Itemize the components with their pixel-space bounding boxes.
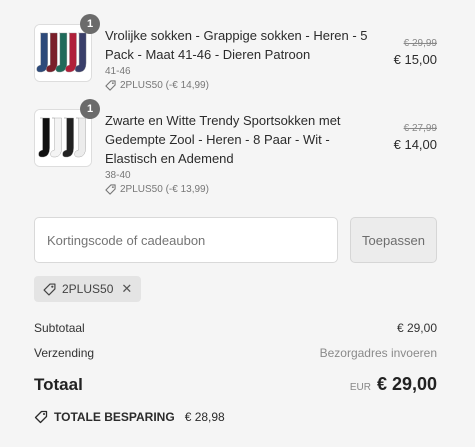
original-price: € 29,99 xyxy=(403,38,437,49)
tags-icon xyxy=(34,410,48,424)
total-savings: TOTALE BESPARING € 28,98 xyxy=(34,410,225,424)
product-image xyxy=(34,109,92,167)
quantity-badge: 1 xyxy=(80,14,100,34)
product-title: Zwarte en Witte Trendy Sportsokken met G… xyxy=(105,113,341,166)
product-variant: 41-46 xyxy=(105,66,131,77)
applied-code: 2PLUS50 xyxy=(62,282,114,296)
product-variant: 38-40 xyxy=(105,170,131,181)
item-discount: 2PLUS50 (-€ 14,99) xyxy=(105,79,385,92)
shipping-value: Bezorgadres invoeren xyxy=(319,346,437,360)
tag-icon xyxy=(105,184,116,195)
tag-icon xyxy=(105,80,116,91)
shipping-label: Verzending xyxy=(34,346,95,360)
item-discount: 2PLUS50 (-€ 13,99) xyxy=(105,183,385,196)
coupon-input[interactable] xyxy=(34,217,338,263)
subtotal-label: Subtotaal xyxy=(34,321,85,335)
item-price: € 15,00 xyxy=(393,52,437,67)
tag-icon xyxy=(43,282,56,296)
item-price: € 14,00 xyxy=(393,137,437,152)
currency-code: EUR xyxy=(349,382,371,393)
savings-label: TOTALE BESPARING xyxy=(54,410,175,424)
item-discount-text: 2PLUS50 (-€ 13,99) xyxy=(120,184,209,195)
applied-discount-chip: 2PLUS50 ✕ xyxy=(34,276,142,302)
original-price: € 27,99 xyxy=(403,123,437,134)
savings-value: € 28,98 xyxy=(184,410,225,424)
subtotal-value: € 29,00 xyxy=(396,321,437,335)
product-title: Vrolijke sokken - Grappige sokken - Here… xyxy=(105,28,368,62)
coupon-form: Toepassen xyxy=(34,217,437,263)
product-image xyxy=(34,24,92,82)
total-row: Totaal EUR € 29,00 xyxy=(34,374,437,395)
item-discount-text: 2PLUS50 (-€ 14,99) xyxy=(120,80,209,91)
shipping-row: Verzending Bezorgadres invoeren xyxy=(34,346,437,360)
remove-discount-icon[interactable]: ✕ xyxy=(121,281,132,297)
total-value: € 29,00 xyxy=(376,374,437,394)
socks-icon xyxy=(35,110,91,166)
quantity-badge: 1 xyxy=(80,99,100,119)
apply-coupon-button[interactable]: Toepassen xyxy=(350,217,437,263)
total-label: Totaal xyxy=(34,374,83,394)
socks-icon xyxy=(35,25,91,81)
subtotal-row: Subtotaal € 29,00 xyxy=(34,321,437,335)
